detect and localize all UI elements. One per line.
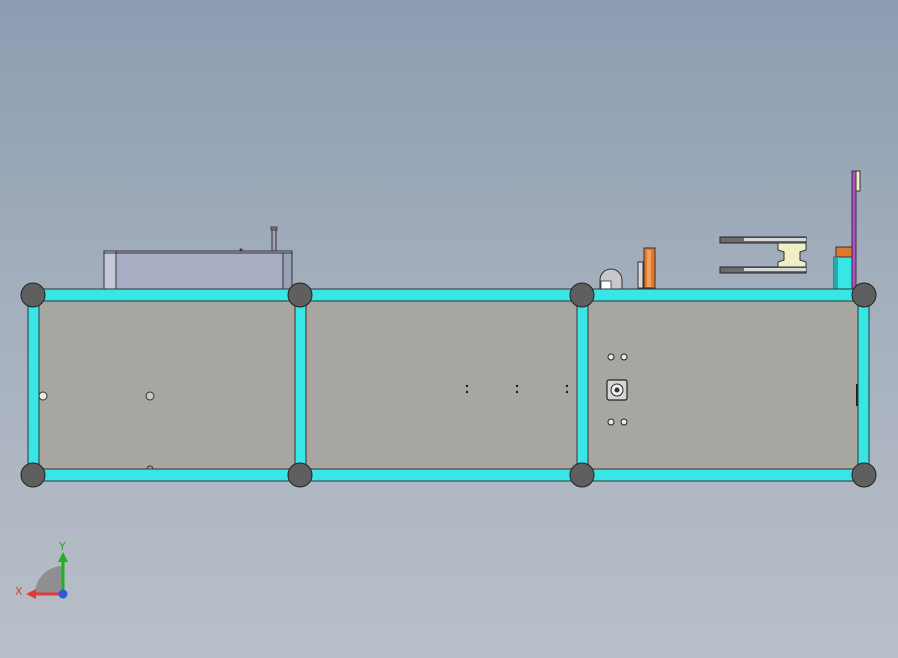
triad-plane-quadrant: [35, 566, 63, 594]
left-housing: [103, 226, 293, 291]
right-column-parts: [833, 170, 861, 290]
model-drawing: Y X: [15, 170, 877, 599]
gripper-clamp: [719, 236, 807, 274]
panel-left: [36, 299, 298, 471]
x-axis-label: X: [15, 585, 23, 598]
z-axis-dot: [58, 589, 68, 599]
y-arrow-head: [58, 552, 68, 562]
orange-bracket: [637, 247, 656, 289]
dome-sensor: [599, 268, 623, 291]
connector-square: [606, 379, 628, 401]
cad-viewport[interactable]: Y X: [0, 0, 898, 658]
orientation-triad[interactable]: Y X: [15, 540, 68, 599]
y-axis-label: Y: [58, 540, 66, 553]
x-arrow-head: [26, 589, 36, 599]
panel-right: [586, 299, 860, 471]
panel-middle: [303, 299, 578, 471]
